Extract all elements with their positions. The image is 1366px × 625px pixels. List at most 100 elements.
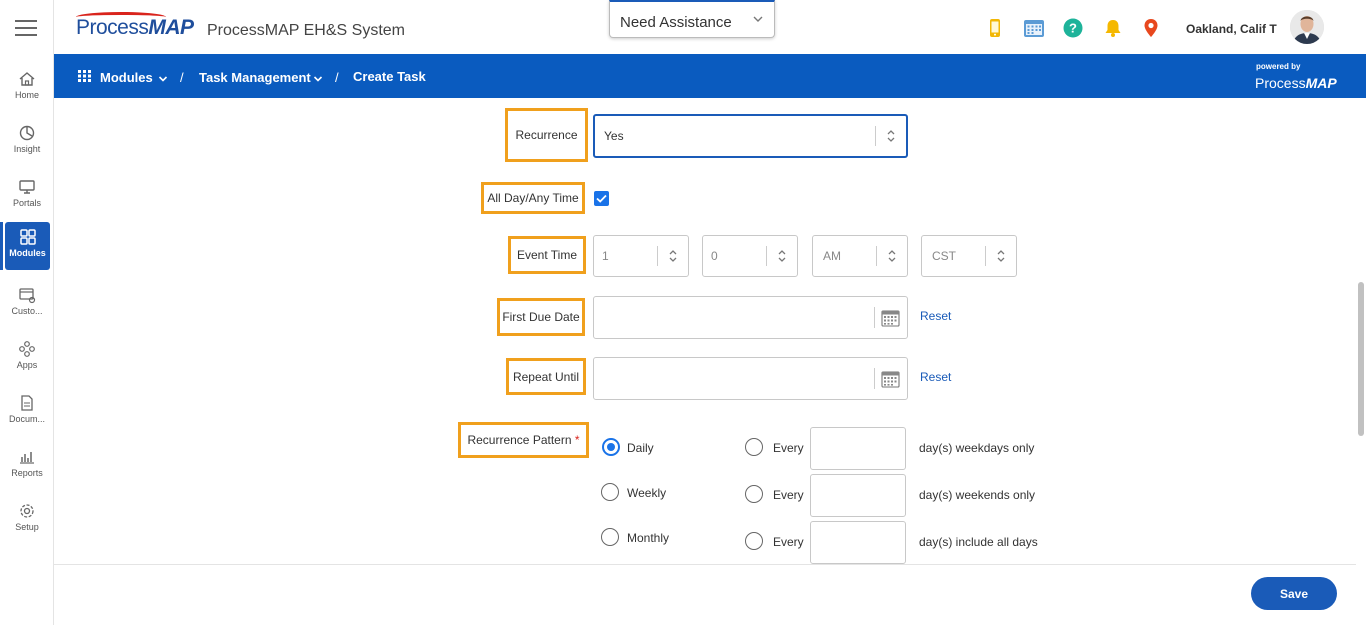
hamburger-menu-icon[interactable]: [15, 20, 37, 36]
checkmark-icon: [596, 194, 607, 203]
calendar-picker-icon[interactable]: [881, 370, 900, 388]
first-due-date-input[interactable]: [593, 296, 908, 339]
rail-item-documents[interactable]: Docum...: [0, 388, 54, 436]
powered-by-label: powered by: [1256, 62, 1301, 71]
pattern-monthly-radio[interactable]: [601, 528, 619, 546]
pattern-weekly-radio[interactable]: [601, 483, 619, 501]
rail-label: Home: [14, 90, 39, 100]
all-days-label: day(s) include all days: [919, 535, 1038, 549]
updown-chevron-icon: [888, 250, 896, 262]
repeat-until-label: Repeat Until: [506, 358, 586, 395]
chevron-down-icon[interactable]: [158, 75, 168, 83]
recurrence-label: Recurrence: [505, 108, 588, 162]
updown-chevron-icon: [887, 130, 895, 142]
modules-grid-icon[interactable]: [78, 70, 91, 82]
weekdays-only-label: day(s) weekdays only: [919, 441, 1035, 455]
apps-icon: [19, 341, 35, 357]
logo-text-bold: MAP: [148, 16, 194, 39]
every-all-days-radio[interactable]: [745, 532, 763, 550]
calendar-icon[interactable]: [1023, 18, 1045, 38]
mobile-phone-icon[interactable]: [985, 18, 1005, 38]
breadcrumb-current: Create Task: [353, 69, 426, 84]
first-due-reset-link[interactable]: Reset: [920, 309, 951, 323]
logo-text: Process: [76, 16, 149, 39]
date-divider: [874, 368, 875, 389]
rail-item-setup[interactable]: Setup: [0, 496, 54, 544]
breadcrumb-separator: /: [180, 70, 184, 85]
pattern-daily-radio[interactable]: [602, 438, 620, 456]
event-ampm-value: AM: [823, 249, 841, 263]
weekdays-count-input[interactable]: [810, 427, 906, 470]
rail-item-portals[interactable]: Portals: [0, 172, 54, 220]
pattern-weekly-label: Weekly: [627, 486, 667, 500]
rail-item-modules[interactable]: Modules: [0, 222, 50, 270]
first-due-date-label: First Due Date: [497, 298, 585, 336]
every-weekdays-radio[interactable]: [745, 438, 763, 456]
every-label: Every: [773, 488, 804, 502]
need-assistance-dropdown[interactable]: Need Assistance: [609, 0, 775, 38]
app-title: ProcessMAP EH&S System: [207, 22, 405, 39]
avatar[interactable]: [1290, 10, 1324, 44]
updown-chevron-icon: [669, 250, 677, 262]
weekends-only-label: day(s) weekends only: [919, 488, 1036, 502]
weekends-count-input[interactable]: [810, 474, 906, 517]
repeat-until-reset-link[interactable]: Reset: [920, 370, 951, 384]
breadcrumb-separator: /: [335, 70, 339, 85]
bell-icon[interactable]: [1103, 18, 1123, 38]
event-ampm-select[interactable]: AM: [812, 235, 908, 277]
monitor-icon: [19, 180, 35, 194]
footer-bar: Save: [54, 564, 1356, 625]
rail-item-insight[interactable]: Insight: [0, 118, 54, 166]
left-rail: Home Insight Portals Modules Custo... Ap…: [0, 0, 54, 625]
rail-item-reports[interactable]: Reports: [0, 442, 54, 490]
all-day-checkbox[interactable]: [594, 191, 609, 206]
chevron-down-icon: [753, 16, 763, 22]
rail-item-apps[interactable]: Apps: [0, 334, 54, 382]
grid-icon: [19, 229, 36, 245]
help-icon[interactable]: ?: [1063, 18, 1083, 38]
pie-chart-icon: [19, 125, 35, 141]
need-assistance-label: Need Assistance: [620, 14, 732, 31]
every-label: Every: [773, 441, 804, 455]
every-weekends-radio[interactable]: [745, 485, 763, 503]
all-day-label: All Day/Any Time: [481, 182, 585, 214]
save-button[interactable]: Save: [1251, 577, 1337, 610]
scrollbar-thumb[interactable]: [1358, 282, 1364, 436]
event-minute-value: 0: [711, 249, 718, 263]
rail-item-home[interactable]: Home: [0, 64, 54, 112]
powered-logo-text-bold: MAP: [1305, 75, 1337, 91]
breadcrumb-task-management[interactable]: Task Management: [199, 70, 311, 85]
event-timezone-value: CST: [932, 249, 956, 263]
required-mark: *: [574, 433, 580, 447]
rail-label: Custo...: [11, 306, 43, 316]
user-name[interactable]: Oakland, Calif T: [1186, 22, 1277, 36]
all-days-count-input[interactable]: [810, 521, 906, 564]
select-divider: [766, 246, 767, 266]
recurrence-select[interactable]: Yes: [593, 114, 908, 158]
powered-by-logo: ProcessMAP: [1255, 75, 1337, 91]
top-header: ProcessMAP ProcessMAP EH&S System Need A…: [54, 0, 1366, 54]
select-divider: [985, 246, 986, 266]
recurrence-value: Yes: [604, 129, 624, 143]
event-minute-select[interactable]: 0: [702, 235, 798, 277]
breadcrumb-modules[interactable]: Modules: [100, 70, 153, 85]
processmap-logo[interactable]: ProcessMAP: [76, 16, 194, 40]
powered-logo-text: Process: [1255, 75, 1306, 91]
rail-label: Docum...: [8, 414, 45, 424]
event-timezone-select[interactable]: CST: [921, 235, 1017, 277]
calendar-picker-icon[interactable]: [881, 309, 900, 327]
chevron-down-icon[interactable]: [313, 75, 323, 83]
event-hour-select[interactable]: 1: [593, 235, 689, 277]
bar-chart-icon: [20, 452, 34, 464]
breadcrumb-bar: Modules / Task Management / Create Task …: [54, 54, 1366, 98]
rail-item-custom[interactable]: Custo...: [0, 280, 54, 328]
home-icon: [19, 72, 35, 86]
updown-chevron-icon: [997, 250, 1005, 262]
repeat-until-input[interactable]: [593, 357, 908, 400]
select-divider: [876, 246, 877, 266]
recurrence-pattern-text: Recurrence Pattern: [467, 433, 572, 447]
location-pin-icon[interactable]: [1141, 18, 1161, 38]
custom-window-icon: [19, 288, 36, 304]
updown-chevron-icon: [778, 250, 786, 262]
rail-label: Portals: [12, 198, 41, 208]
